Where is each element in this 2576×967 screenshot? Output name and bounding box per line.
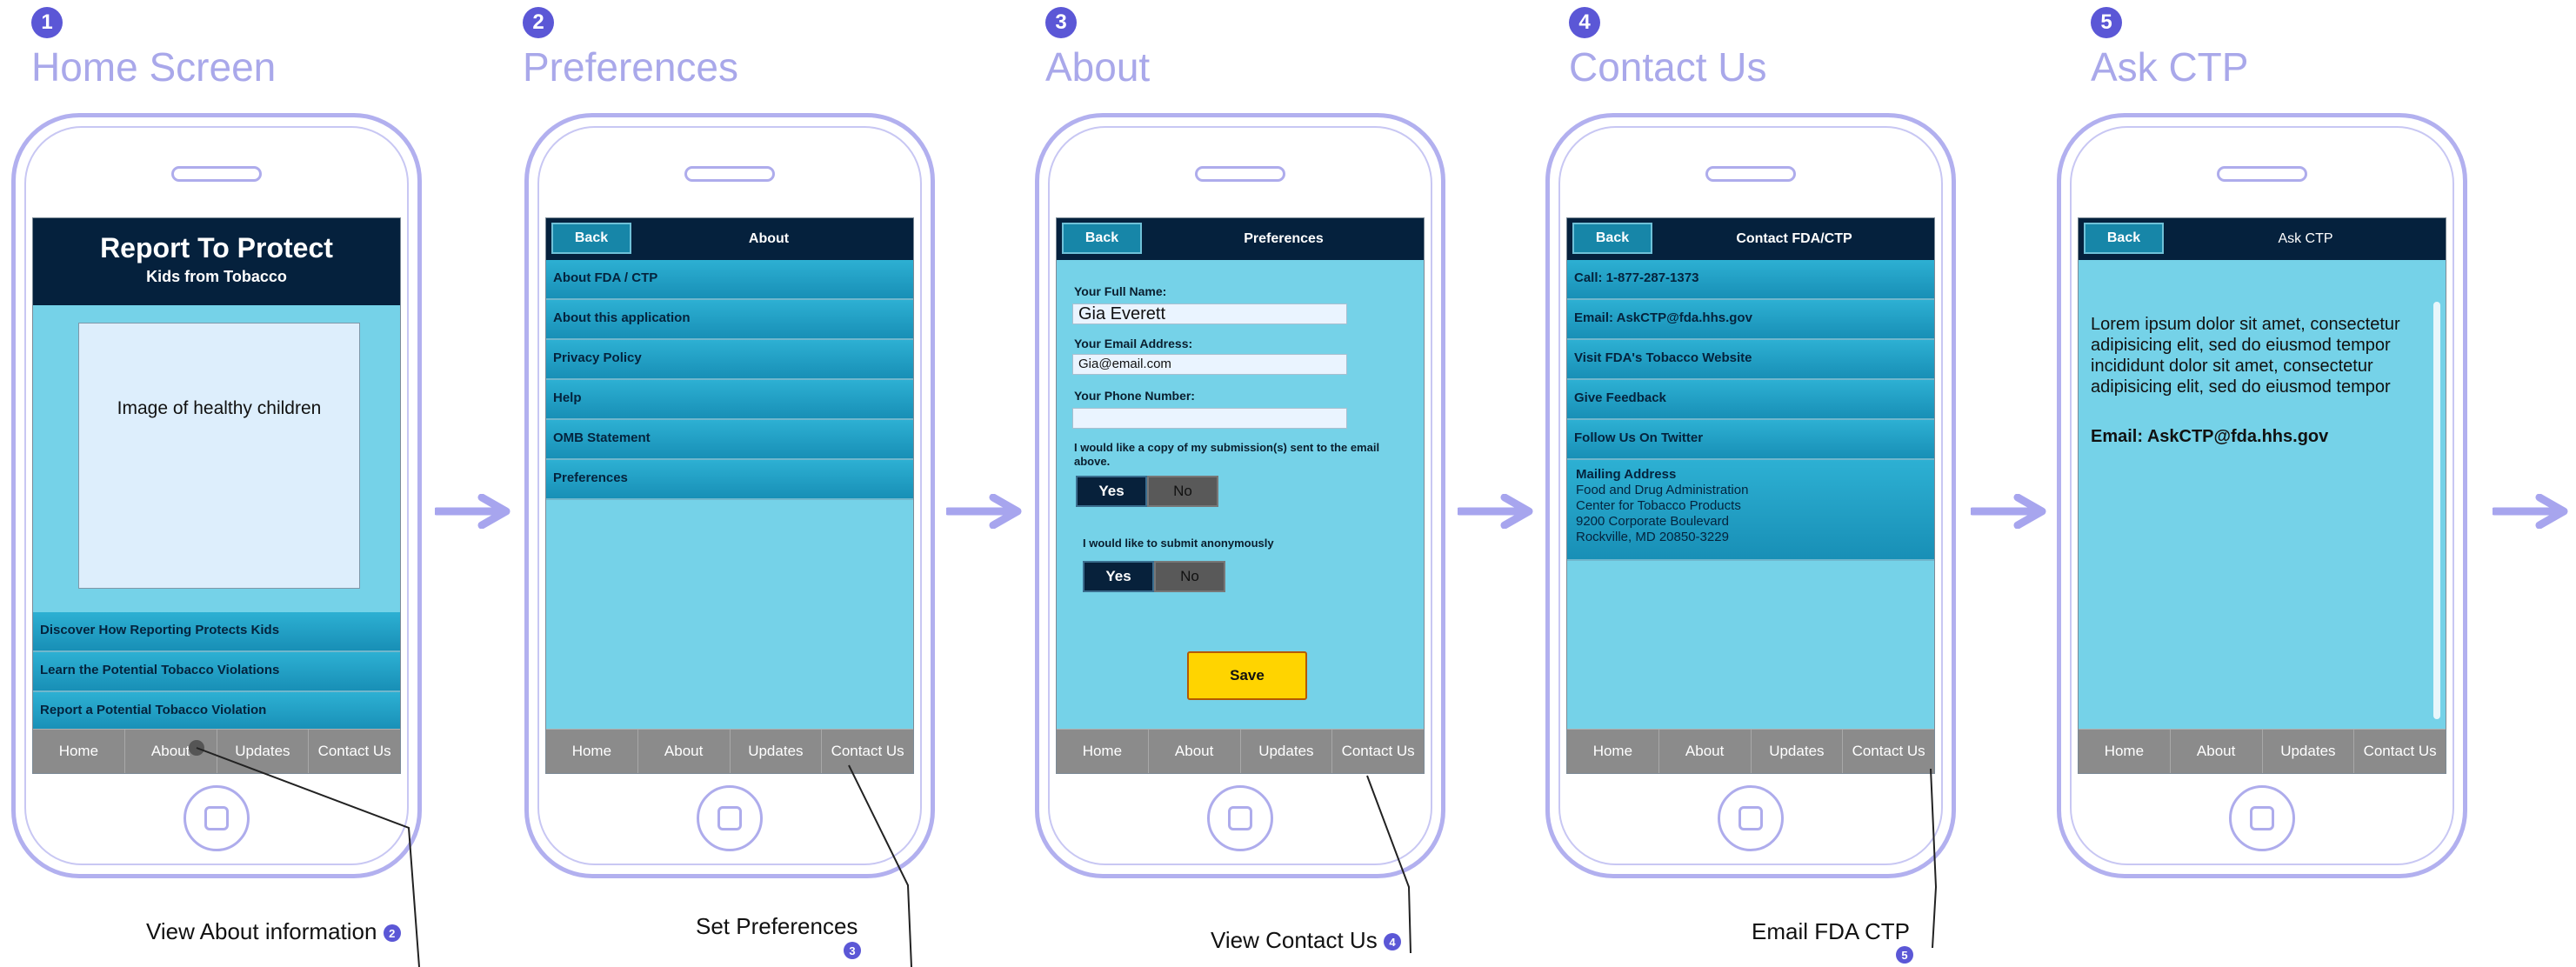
- annotation-email-ctp: Email FDA CTP: [1752, 918, 1910, 945]
- annotation-step-number: 4: [1383, 933, 1401, 951]
- annotation-step-number: 5: [1896, 946, 1913, 964]
- annotation-set-preferences: Set Preferences: [696, 913, 858, 940]
- annotation-lines: [189, 740, 1938, 967]
- annotation-text: Email FDA CTP: [1752, 918, 1911, 944]
- annotation-text: Set Preferences: [696, 913, 858, 939]
- annotation-text: View About information: [146, 918, 377, 944]
- annotation-text: View Contact Us: [1211, 927, 1378, 953]
- annotation-step-number: 2: [383, 924, 401, 943]
- annotation-step-number: 3: [844, 942, 861, 959]
- annotation-view-contact: View Contact Us 4: [1211, 927, 1401, 954]
- annotation-view-about: View About information 2: [146, 918, 401, 945]
